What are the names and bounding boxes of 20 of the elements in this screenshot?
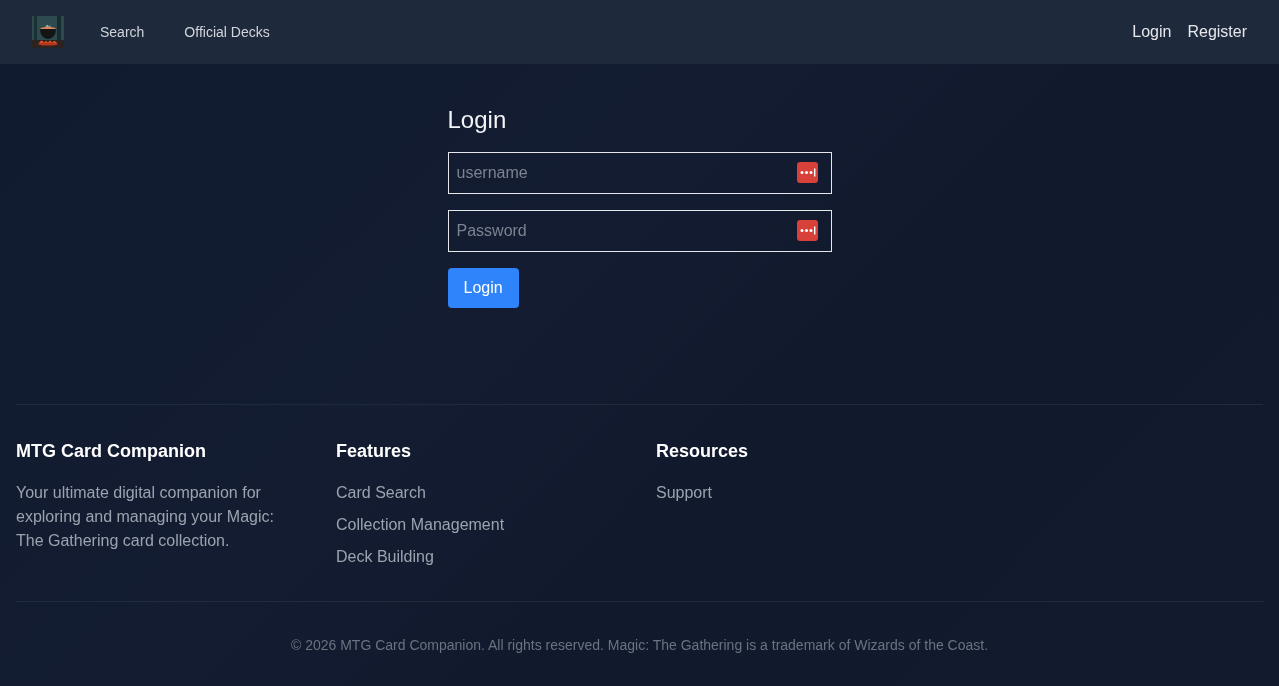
login-button[interactable]: Login bbox=[447, 268, 519, 308]
password-manager-icon[interactable] bbox=[796, 220, 818, 241]
footer-heading: Resources bbox=[656, 440, 749, 463]
footer-description: Your ultimate digital companion for exploring and managing your Magic: The Gathering card collection. bbox=[16, 483, 275, 551]
footer-link[interactable]: Card Search bbox=[336, 481, 426, 505]
footer-heading: Features bbox=[336, 440, 412, 463]
footer-link[interactable]: Deck Building bbox=[336, 545, 434, 569]
nav-link[interactable]: Official Decks bbox=[184, 22, 270, 42]
nav-link[interactable]: Search bbox=[100, 22, 145, 42]
input-field[interactable]: Password bbox=[447, 210, 832, 252]
input-field[interactable]: username bbox=[447, 152, 832, 194]
footer-link[interactable]: Collection Management bbox=[336, 513, 505, 537]
password-manager-icon[interactable] bbox=[796, 162, 818, 183]
copyright-text: © 2026 MTG Card Companion. All rights reserved. Magic: The Gathering is a trademark of Wizards of the Coast. bbox=[290, 636, 989, 655]
login-heading: Login bbox=[447, 105, 507, 135]
cauldron-logo[interactable] bbox=[32, 16, 64, 48]
account-link[interactable]: Login bbox=[1132, 20, 1172, 44]
account-link[interactable]: Register bbox=[1187, 20, 1247, 44]
footer-link[interactable]: Support bbox=[656, 481, 713, 505]
footer-heading: MTG Card Companion bbox=[16, 440, 206, 463]
